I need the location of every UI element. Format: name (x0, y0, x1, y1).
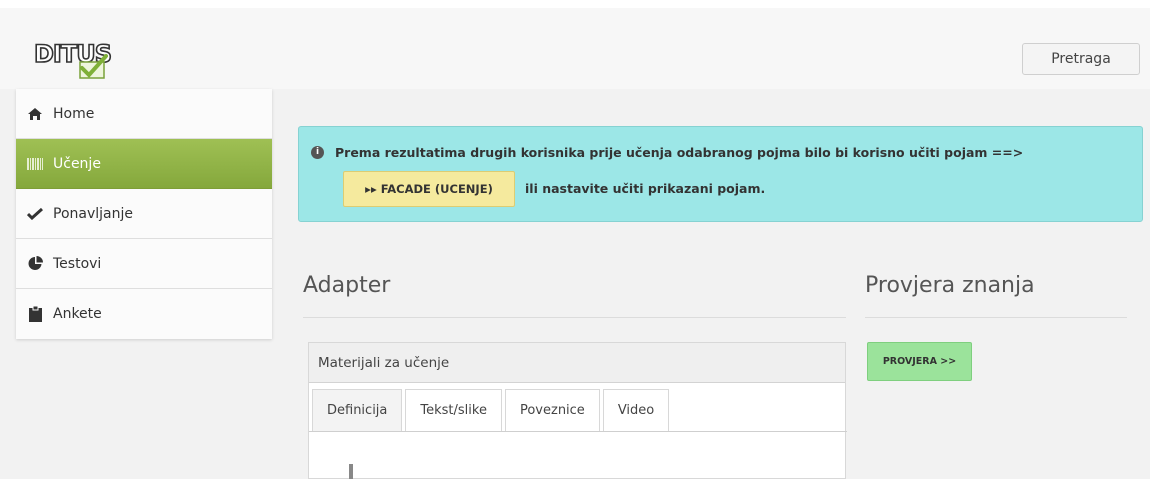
panel-title: Materijali za učenje (309, 343, 845, 383)
sidebar-item-label: Ankete (53, 306, 102, 322)
learning-materials-panel: Materijali za učenje Definicija Tekst/sl… (308, 342, 847, 479)
tab-poveznice[interactable]: Poveznice (504, 389, 600, 431)
main-content: i Prema rezultatima drugih korisnika pri… (278, 89, 1150, 479)
home-icon (26, 106, 44, 122)
tab-definicija[interactable]: Definicija (312, 389, 403, 431)
facade-ucenje-button[interactable]: ▸▸ FACADE (UCENJE) (343, 171, 515, 207)
divider (865, 317, 1127, 318)
divider (303, 317, 846, 318)
sidebar-nav: Home Učenje Ponavljanje Testovi Ankete (16, 89, 272, 339)
sidebar-item-label: Učenje (53, 155, 101, 172)
sidebar-item-ponavljanje[interactable]: Ponavljanje (16, 189, 272, 239)
barcode-icon (26, 156, 44, 172)
material-tabs: Definicija Tekst/slike Poveznice Video (309, 389, 672, 431)
tab-tekst-slike[interactable]: Tekst/slike (405, 389, 502, 431)
tab-divider (309, 431, 847, 432)
provjera-title: Provjera znanja (865, 273, 1035, 298)
tab-video[interactable]: Video (602, 389, 670, 431)
recommendation-alert: i Prema rezultatima drugih korisnika pri… (298, 126, 1143, 222)
sidebar-item-ucenje[interactable]: Učenje (16, 139, 272, 189)
content-start-marker (349, 464, 353, 479)
search-button[interactable]: Pretraga (1022, 43, 1140, 75)
check-icon (26, 206, 44, 222)
ditus-logo[interactable]: DITUS (32, 36, 114, 84)
fast-forward-icon: ▸▸ (365, 182, 377, 196)
alert-message-row: i Prema rezultatima drugih korisnika pri… (311, 145, 1023, 160)
clipboard-icon (26, 306, 44, 322)
sidebar-item-testovi[interactable]: Testovi (16, 239, 272, 289)
pie-chart-icon (26, 256, 44, 272)
sidebar-item-label: Testovi (53, 255, 102, 272)
sidebar-item-label: Home (53, 105, 95, 122)
sidebar-item-label: Ponavljanje (53, 205, 133, 222)
top-bar: DITUS Pretraga (0, 0, 1150, 89)
alert-message: Prema rezultatima drugih korisnika prije… (335, 145, 1024, 160)
provjera-button[interactable]: PROVJERA >> (867, 342, 972, 381)
info-icon: i (311, 146, 324, 159)
sidebar-item-home[interactable]: Home (16, 89, 272, 139)
sidebar-item-ankete[interactable]: Ankete (16, 289, 272, 339)
page-title: Adapter (303, 273, 391, 298)
alert-suffix: ili nastavite učiti prikazani pojam. (525, 181, 766, 196)
facade-button-label: FACADE (UCENJE) (380, 182, 493, 196)
